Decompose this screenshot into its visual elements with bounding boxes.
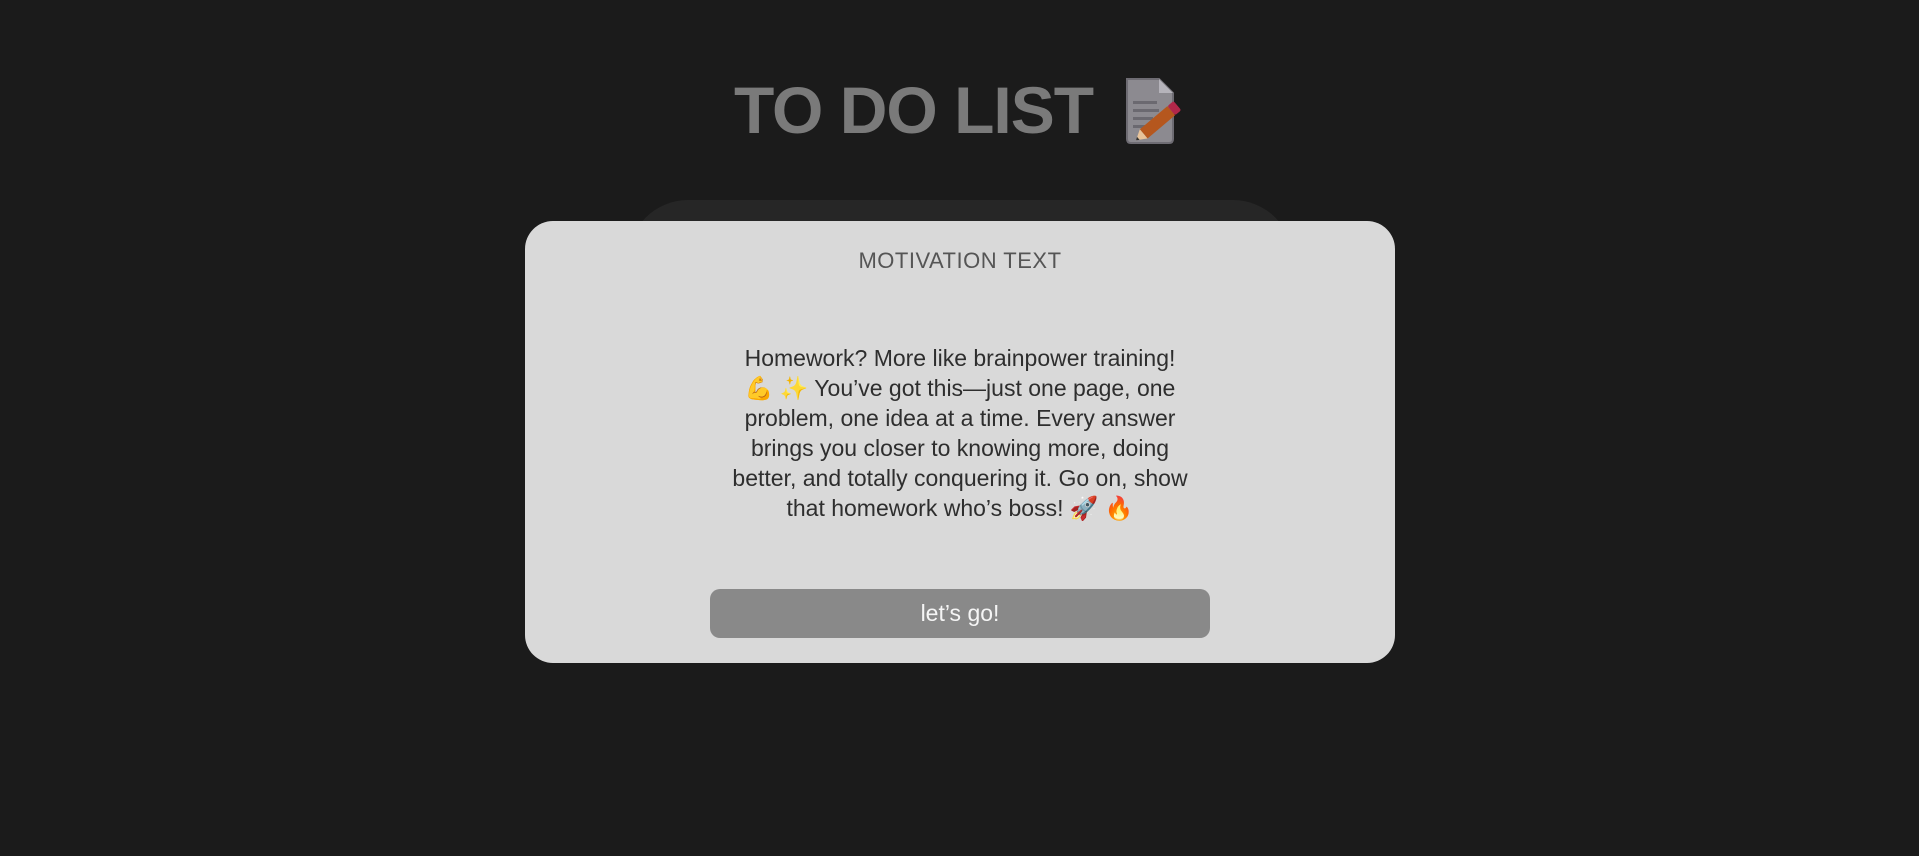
page-title: TO DO LIST: [733, 73, 1094, 147]
lets-go-button[interactable]: let’s go!: [710, 589, 1210, 638]
memo-icon: [1121, 75, 1185, 145]
app-page: TO DO LIST MOTIVATION TEXT Homework? Mor…: [0, 0, 1919, 856]
app-header: TO DO LIST: [0, 72, 1919, 148]
modal-title: MOTIVATION TEXT: [858, 248, 1062, 273]
motivation-message: Homework? More like brainpower training!…: [732, 345, 1188, 521]
motivation-modal: MOTIVATION TEXT Homework? More like brai…: [525, 221, 1395, 663]
